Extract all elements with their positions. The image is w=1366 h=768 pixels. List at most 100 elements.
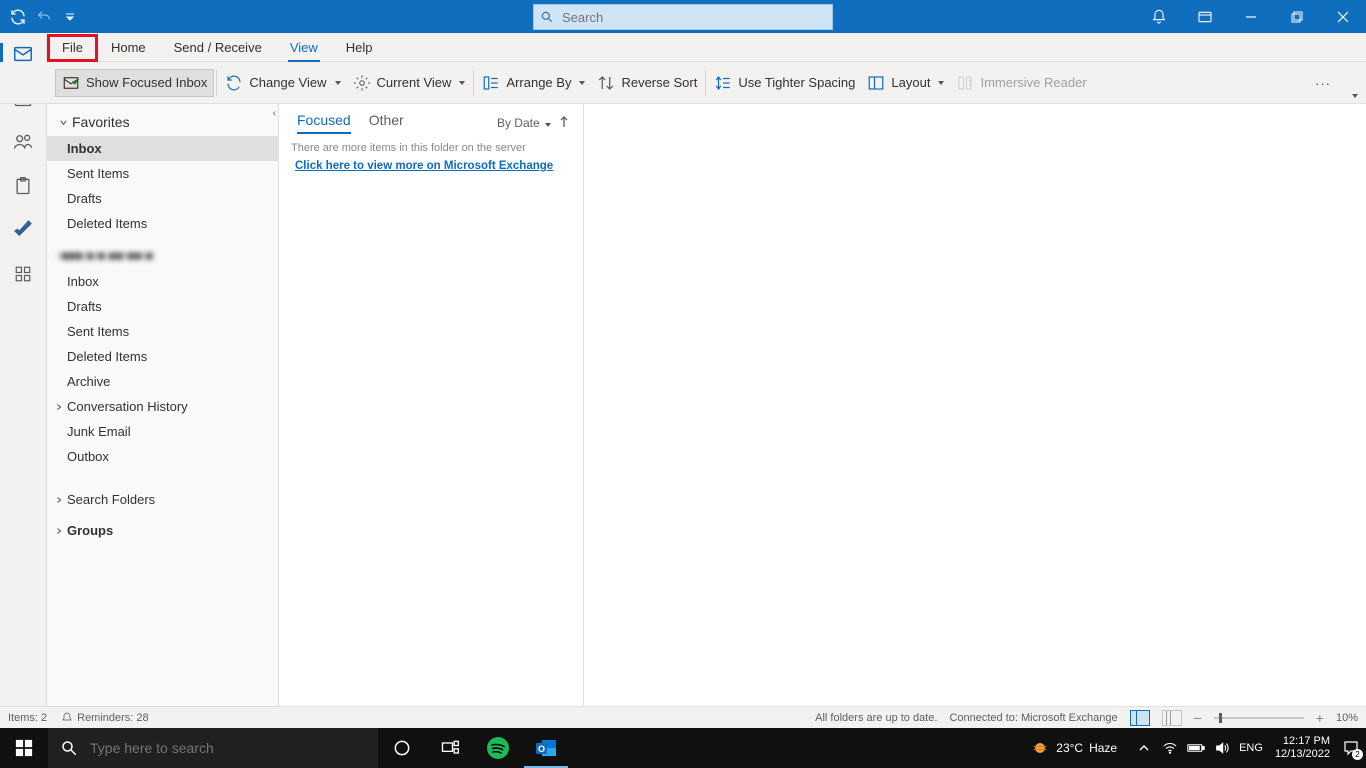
rail-people[interactable] [0,127,46,157]
tab-home[interactable]: Home [97,35,160,61]
change-view-label: Change View [249,75,326,90]
status-sync: All folders are up to date. [815,712,937,724]
tighter-spacing-button[interactable]: Use Tighter Spacing [708,70,861,96]
coming-soon-icon[interactable] [1182,0,1228,33]
maximize-button[interactable] [1274,0,1320,33]
close-button[interactable] [1320,0,1366,33]
focused-tab[interactable]: Focused [297,112,351,134]
tighter-spacing-label: Use Tighter Spacing [738,75,855,90]
svg-text:O: O [538,744,545,754]
windows-taskbar: O 23°C Haze ENG 12:17 PM 12/13/2022 2 [0,728,1366,768]
view-normal-button[interactable] [1130,710,1150,726]
task-view-icon[interactable] [426,728,474,768]
search-box[interactable] [533,4,833,30]
current-view-button[interactable]: Current View [347,70,472,96]
account-header[interactable]: ·■■■ ■·■·■■·■■·■ [47,236,278,269]
view-reading-button[interactable] [1162,710,1182,726]
ribbon-overflow-button[interactable]: ··· [1315,76,1331,91]
layout-label: Layout [891,75,930,90]
action-center-icon[interactable]: 2 [1342,739,1360,757]
taskbar-search-input[interactable] [88,739,366,757]
status-reminders[interactable]: Reminders: 28 [61,712,149,724]
search-input[interactable] [560,9,826,26]
sort-direction-icon[interactable] [559,116,569,131]
show-focused-inbox-button[interactable]: Show Focused Inbox [55,69,214,97]
account-folder-junk[interactable]: Junk Email [47,419,278,444]
groups-label: Groups [67,523,113,538]
arrange-by-label: Arrange By [506,75,571,90]
arrange-by-button[interactable]: Arrange By [476,70,591,96]
notifications-icon[interactable] [1136,0,1182,33]
rail-tasks[interactable] [0,171,46,201]
sync-icon[interactable] [8,7,28,27]
undo-icon[interactable] [34,7,54,27]
collapse-ribbon-icon[interactable] [1350,86,1358,101]
account-folder-inbox[interactable]: Inbox [47,269,278,294]
notification-badge: 2 [1352,749,1363,760]
account-folder-archive[interactable]: Archive [47,369,278,394]
immersive-reader-label: Immersive Reader [980,75,1086,90]
other-tab[interactable]: Other [369,112,404,134]
zoom-in-button[interactable]: + [1316,710,1324,726]
tray-chevron-icon[interactable] [1135,739,1153,757]
qat-dropdown-icon[interactable] [60,7,80,27]
wifi-icon[interactable] [1161,739,1179,757]
status-bar: Items: 2 Reminders: 28 All folders are u… [0,706,1366,728]
rail-todo[interactable] [0,215,46,245]
conv-history-label: Conversation History [67,399,188,414]
favorites-label: Favorites [72,114,130,130]
system-clock[interactable]: 12:17 PM 12/13/2022 [1271,735,1334,760]
current-view-label: Current View [377,75,452,90]
clock-date: 12/13/2022 [1275,748,1330,761]
account-folder-sent[interactable]: Sent Items [47,319,278,344]
favorites-header[interactable]: Favorites [47,104,278,136]
change-view-button[interactable]: Change View [219,70,346,96]
tab-file[interactable]: File [48,35,97,61]
weather-widget[interactable]: 23°C Haze [1030,738,1117,758]
show-focused-label: Show Focused Inbox [86,75,207,90]
account-folder-outbox[interactable]: Outbox [47,444,278,469]
immersive-reader-button: Immersive Reader [950,70,1092,96]
status-connection: Connected to: Microsoft Exchange [949,712,1117,724]
sort-by-date[interactable]: By Date [497,116,551,130]
server-items-note: There are more items in this folder on t… [279,134,583,156]
reverse-sort-button[interactable]: Reverse Sort [591,70,703,96]
module-rail [0,33,47,706]
message-list-pane: Focused Other By Date There are more ite… [279,104,584,706]
folder-drafts[interactable]: Drafts [47,186,278,211]
account-folder-drafts[interactable]: Drafts [47,294,278,319]
view-more-exchange-link[interactable]: Click here to view more on Microsoft Exc… [279,156,583,176]
account-folder-deleted[interactable]: Deleted Items [47,344,278,369]
rail-apps-icon[interactable] [0,259,46,289]
layout-button[interactable]: Layout [861,70,950,96]
menu-tabs: File Home Send / Receive View Help [0,33,1366,62]
tab-help[interactable]: Help [332,35,387,61]
folder-inbox[interactable]: Inbox [47,136,278,161]
reading-pane [584,104,1366,706]
volume-icon[interactable] [1213,739,1231,757]
minimize-button[interactable] [1228,0,1274,33]
cortana-icon[interactable] [378,728,426,768]
title-bar [0,0,1366,33]
tab-send-receive[interactable]: Send / Receive [160,35,276,61]
start-button[interactable] [0,728,48,768]
zoom-slider[interactable] [1214,717,1304,719]
zoom-level: 10% [1336,712,1358,724]
account-folder-conversation-history[interactable]: Conversation History [47,394,278,419]
clock-time: 12:17 PM [1275,735,1330,748]
taskbar-search[interactable] [48,728,378,768]
collapse-folder-pane-icon[interactable]: ‹ [273,108,276,119]
language-indicator[interactable]: ENG [1239,742,1263,754]
weather-temp: 23°C [1056,741,1083,755]
search-folders[interactable]: Search Folders [47,487,278,512]
spotify-icon[interactable] [474,728,522,768]
battery-icon[interactable] [1187,739,1205,757]
folder-deleted-items[interactable]: Deleted Items [47,211,278,236]
zoom-out-button[interactable]: − [1194,710,1202,726]
ribbon: Show Focused Inbox Change View Current V… [0,62,1366,104]
folder-sent-items[interactable]: Sent Items [47,161,278,186]
status-items: Items: 2 [8,712,47,724]
outlook-taskbar-icon[interactable]: O [522,728,570,768]
groups[interactable]: Groups [47,518,278,543]
tab-view[interactable]: View [276,35,332,61]
